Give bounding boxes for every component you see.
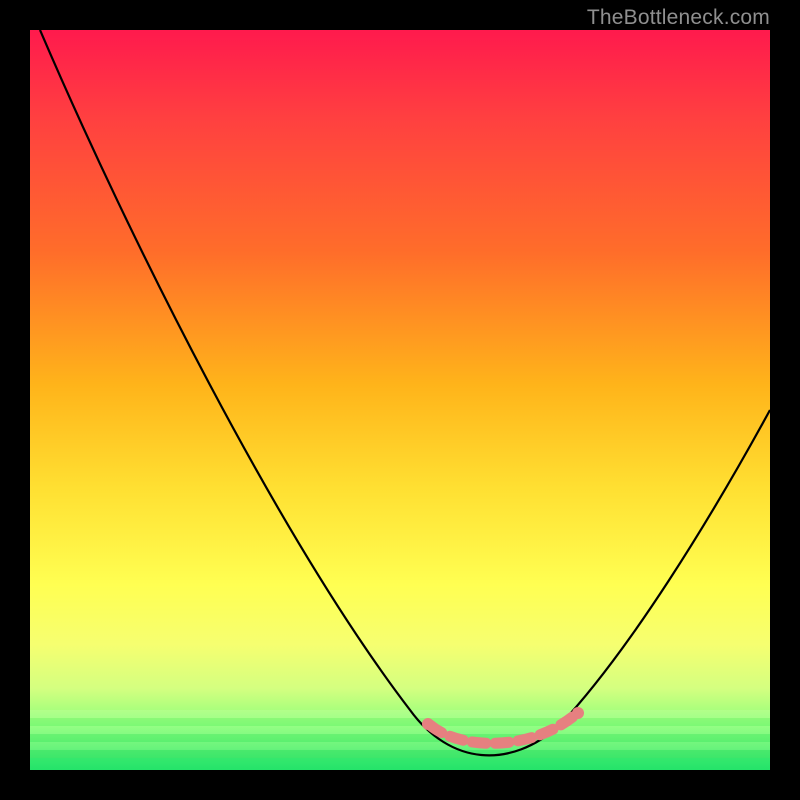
green-bands: [30, 710, 770, 770]
highlight-dot-right: [572, 707, 584, 719]
plot-area: [30, 30, 770, 770]
watermark-text: TheBottleneck.com: [587, 6, 770, 30]
highlight-dot-left: [422, 718, 434, 730]
optimal-zone-highlight: [430, 715, 575, 743]
curve-svg: [30, 30, 770, 770]
bottleneck-curve-path: [40, 30, 770, 755]
chart-frame: TheBottleneck.com: [0, 0, 800, 800]
